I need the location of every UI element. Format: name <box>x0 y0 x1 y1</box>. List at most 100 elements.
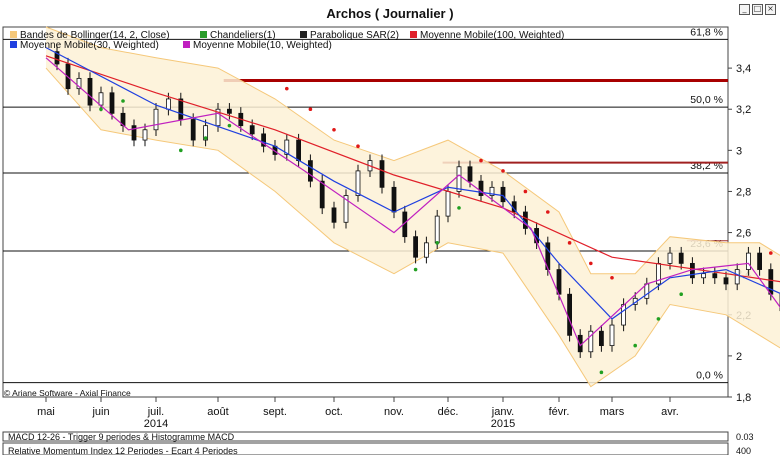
sar-dot-red <box>610 275 614 280</box>
x-tick-label: déc. <box>438 406 459 418</box>
sar-dot-red <box>769 251 773 255</box>
x-tick-label: janv. <box>491 406 514 418</box>
sar-dot-green <box>413 267 418 272</box>
sar-dot-red <box>285 86 289 91</box>
candle-body <box>746 252 751 270</box>
sar-dot-green <box>227 123 232 128</box>
candle-body <box>478 180 484 196</box>
x-tick-label: mars <box>600 406 625 418</box>
x-tick-label: oct. <box>325 406 343 418</box>
candle-body <box>678 252 684 264</box>
candle-body <box>98 92 104 106</box>
y-tick-label: 3,4 <box>736 63 751 75</box>
candle-body <box>307 160 313 182</box>
legend-swatch <box>10 31 17 38</box>
indicator-value: 400 <box>736 446 751 455</box>
sar-dot-green <box>99 107 103 112</box>
y-tick-label: 1,8 <box>736 392 751 404</box>
candle-body <box>667 252 673 264</box>
y-tick-label: 2,6 <box>736 228 751 240</box>
credit-text: © Ariane Software - Axial Finance <box>4 388 131 398</box>
candle-body <box>757 252 762 270</box>
sar-dot-green <box>457 206 461 210</box>
sar-dot-red <box>546 210 550 214</box>
x-tick-label: févr. <box>549 406 570 418</box>
candle-body <box>723 277 729 285</box>
indicator-label: MACD 12-26 - Trigger 9 periodes & Histog… <box>8 432 235 442</box>
candle-body <box>423 242 429 258</box>
sar-dot-red <box>523 189 528 194</box>
candle-body <box>445 191 451 217</box>
fibonacci-label: 61,8 % <box>690 26 723 38</box>
chart-window: Archos ( Journalier ) _ □ × 1,822,22,42,… <box>0 0 780 455</box>
legend-swatch <box>200 31 207 38</box>
fibonacci-label: 0,0 % <box>696 370 723 382</box>
y-tick-label: 2,8 <box>736 186 751 198</box>
sar-dot-red <box>501 169 505 173</box>
candle-body <box>331 207 337 223</box>
candle-body <box>712 273 718 279</box>
x-tick-label: mai <box>37 406 55 418</box>
year-label: 2015 <box>491 418 515 430</box>
candle-body <box>153 108 159 131</box>
candle-body <box>500 186 506 203</box>
candle-body <box>178 98 184 120</box>
legend-swatch <box>183 41 190 48</box>
candle-body <box>355 170 361 196</box>
sar-dot-green <box>656 317 661 321</box>
candle-body <box>701 273 706 279</box>
candle-body <box>87 77 93 106</box>
candle-body <box>165 98 171 110</box>
price-chart[interactable]: 1,822,22,42,62,833,23,4maijuinjuil.aoûts… <box>0 0 780 455</box>
y-tick-label: 3,2 <box>736 104 751 116</box>
legend-label: Moyenne Mobile(30, Weighted) <box>20 40 159 51</box>
candle-body <box>434 215 440 244</box>
candle-body <box>190 119 196 141</box>
y-tick-label: 3 <box>736 145 742 157</box>
x-tick-label: août <box>207 406 228 418</box>
candle-body <box>226 108 232 114</box>
sar-dot-red <box>589 261 593 266</box>
candle-body <box>249 125 255 135</box>
candle-body <box>599 330 604 347</box>
x-tick-label: nov. <box>384 406 404 418</box>
y-tick-label: 2 <box>736 351 742 363</box>
candle-body <box>296 139 302 162</box>
candle-body <box>142 129 148 141</box>
sar-dot-red <box>567 241 572 245</box>
legend-swatch <box>10 41 17 48</box>
candle-body <box>391 186 397 213</box>
sar-dot-green <box>203 136 208 140</box>
year-label: 2014 <box>144 418 168 430</box>
candle-body <box>413 236 419 258</box>
candle-body <box>644 283 650 299</box>
sar-dot-red <box>308 107 313 112</box>
sar-dot-green <box>121 99 125 103</box>
legend-swatch <box>410 31 417 38</box>
legend-swatch <box>300 31 307 38</box>
sar-dot-red <box>479 158 483 163</box>
indicator-value: 0.03 <box>736 432 754 442</box>
candle-body <box>319 180 325 209</box>
x-tick-label: avr. <box>661 406 679 418</box>
sar-dot-green <box>599 370 604 375</box>
x-tick-label: sept. <box>263 406 287 418</box>
sar-dot-red <box>332 127 336 132</box>
fibonacci-label: 50,0 % <box>690 94 723 106</box>
sar-dot-red <box>356 144 360 149</box>
legend-label: Moyenne Mobile(100, Weighted) <box>420 30 564 41</box>
candle-body <box>456 166 462 192</box>
candle-body <box>131 125 137 141</box>
candle-body <box>734 269 740 285</box>
sar-dot-green <box>179 148 183 153</box>
legend-label: Moyenne Mobile(10, Weighted) <box>193 40 332 51</box>
sar-dot-green <box>435 241 440 245</box>
candle-body <box>109 92 115 114</box>
sar-dot-green <box>633 343 637 348</box>
indicator-label: Relative Momentum Index 12 Periodes - Ec… <box>8 446 238 455</box>
candle-body <box>567 293 572 336</box>
x-tick-label: juin <box>91 406 109 418</box>
candle-body <box>621 304 626 326</box>
x-tick-label: juil. <box>147 406 165 418</box>
candle-body <box>467 166 473 182</box>
